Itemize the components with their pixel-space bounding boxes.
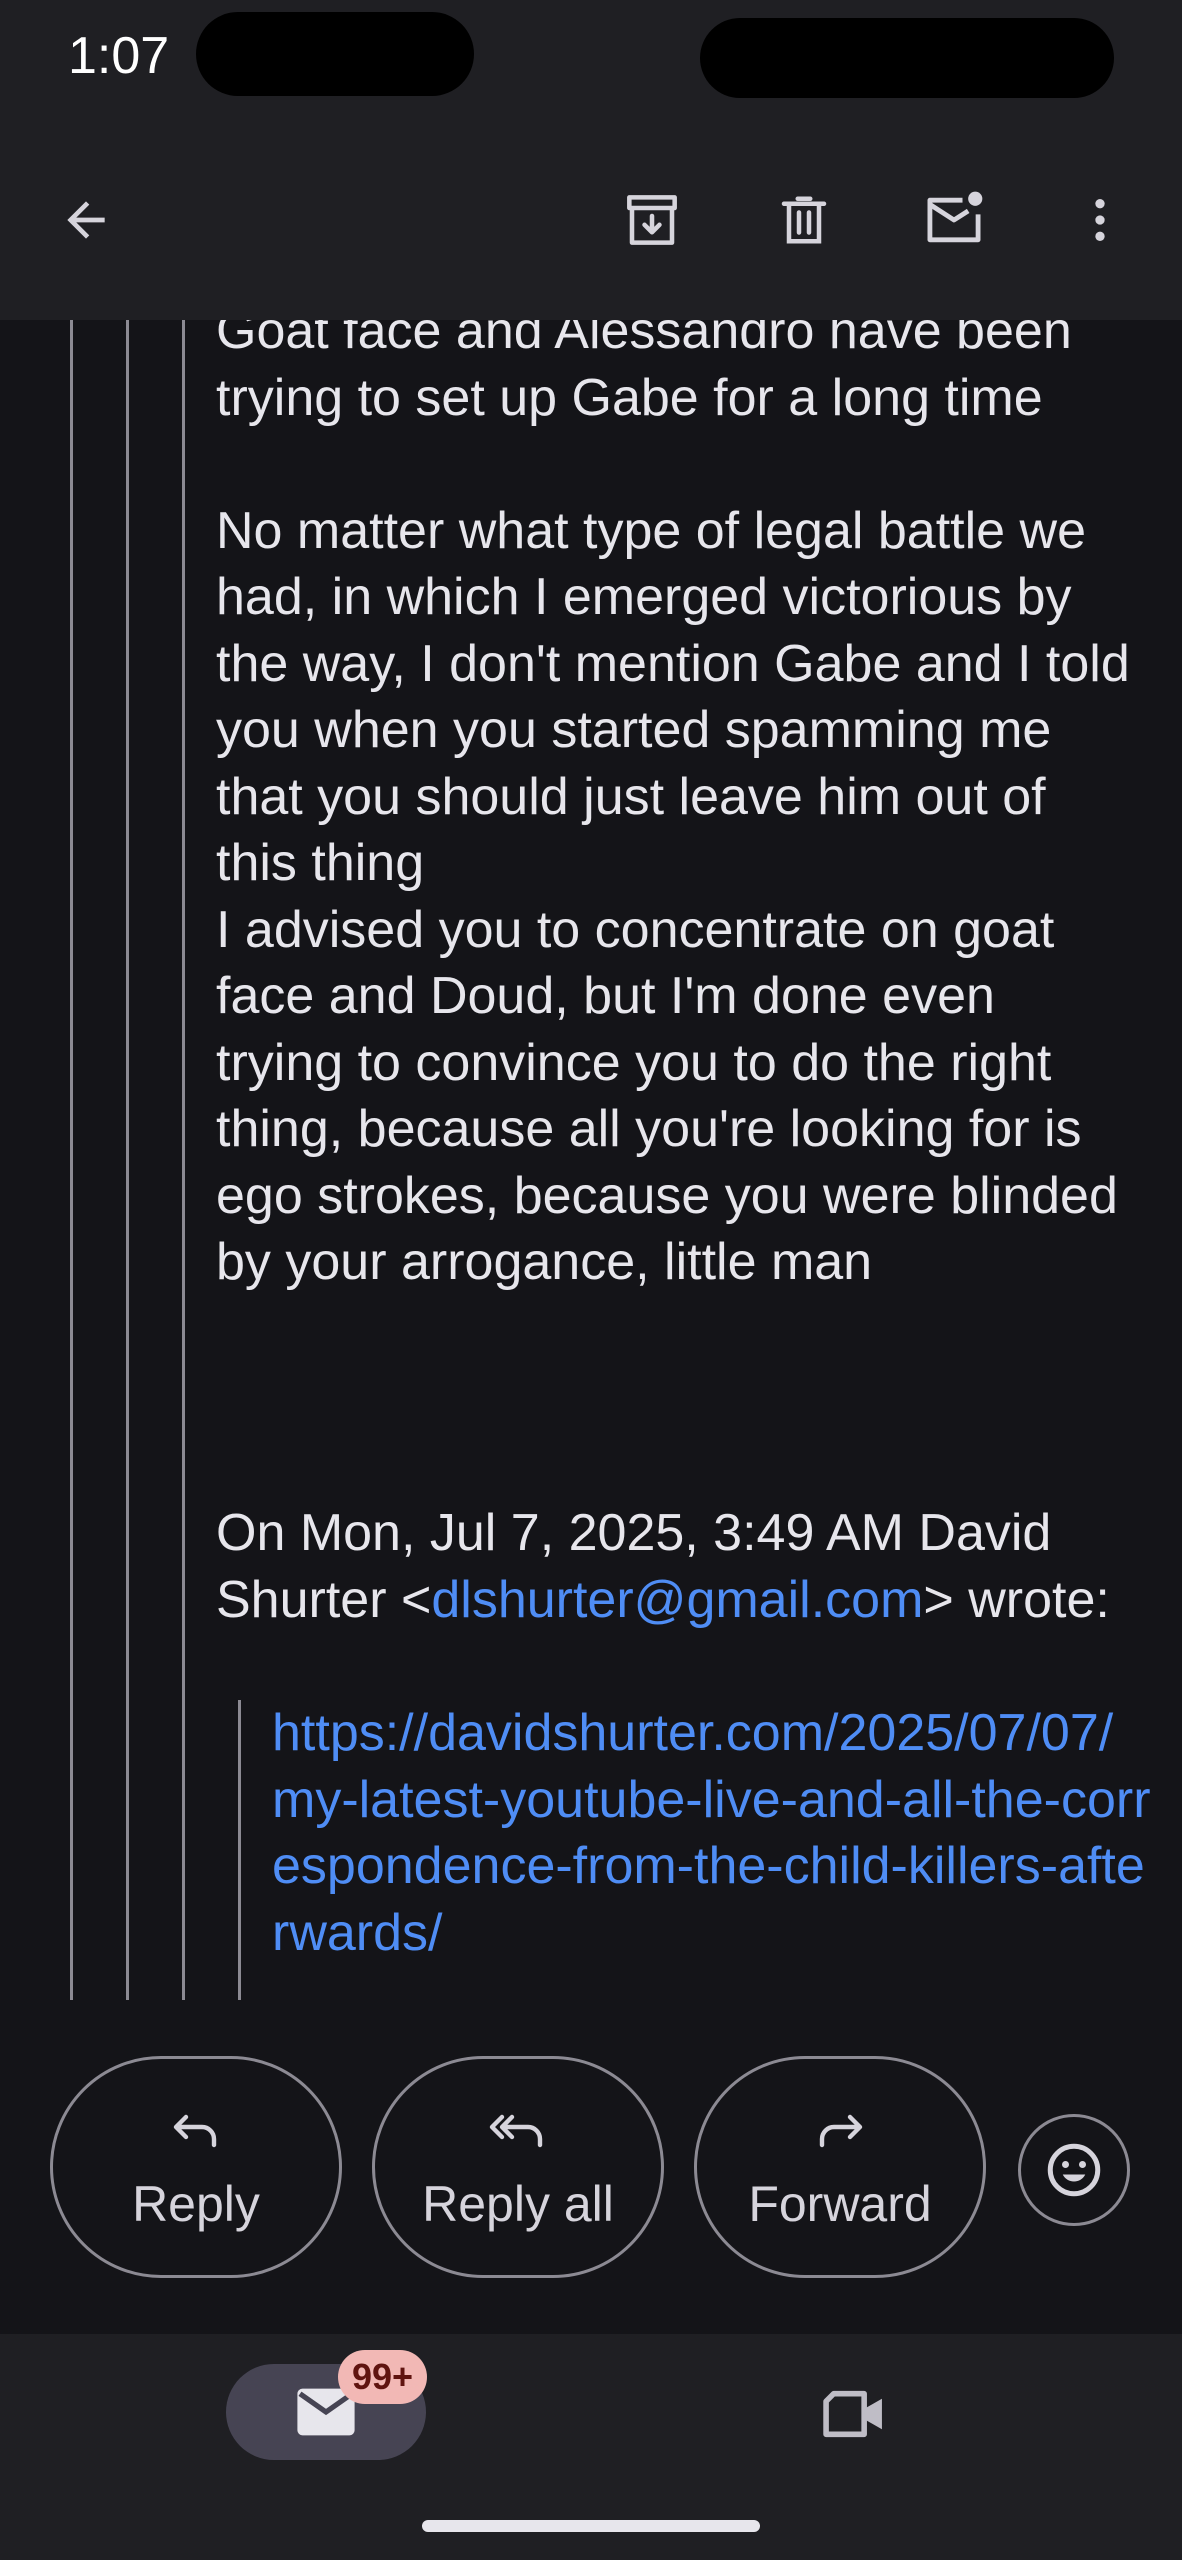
reply-icon [170,2111,222,2151]
message-body: Goat face and Alessandro have been tryin… [216,320,1130,1291]
quote-bar [238,1700,241,2000]
mark-unread-icon[interactable] [914,180,994,260]
quoted-link[interactable]: https://davidshurter.com/2025/07/07/my-l… [272,1700,1152,1966]
status-time: 1:07 [68,27,170,85]
status-bar: 1:07 [0,0,1182,120]
attribution-suffix: > wrote: [923,1570,1110,1629]
forward-button[interactable]: Forward [694,2056,986,2278]
trash-icon[interactable] [764,180,844,260]
smiley-icon [1047,2143,1101,2197]
emoji-reaction-button[interactable] [1018,2114,1130,2226]
bottom-nav: 99+ [0,2334,1182,2560]
sender-email-link[interactable]: dlshurter@gmail.com [431,1571,923,1629]
quote-bar [182,320,185,2000]
archive-icon[interactable] [612,180,692,260]
reply-all-label: Reply all [422,2176,614,2232]
reply-label: Reply [132,2176,260,2232]
meet-tab[interactable] [814,2378,894,2450]
back-arrow-icon[interactable] [46,180,126,260]
quote-bar [126,320,129,2000]
home-indicator[interactable] [422,2520,760,2532]
message-content: Goat face and Alessandro have been tryin… [0,320,1182,2032]
unread-count-badge: 99+ [338,2350,428,2404]
forward-label: Forward [748,2176,932,2232]
app-bar [0,120,1182,320]
reply-all-button[interactable]: Reply all [372,2056,664,2278]
quote-bar [70,320,73,2000]
quote-attribution: On Mon, Jul 7, 2025, 3:49 AM David Shurt… [216,1500,1136,1633]
reply-button[interactable]: Reply [50,2056,342,2278]
forward-icon [814,2111,866,2151]
more-vert-icon[interactable] [1060,180,1140,260]
video-camera-icon [823,2390,882,2438]
redaction-mark [700,18,1114,98]
reply-all-icon [488,2111,548,2151]
redaction-mark [196,12,474,96]
